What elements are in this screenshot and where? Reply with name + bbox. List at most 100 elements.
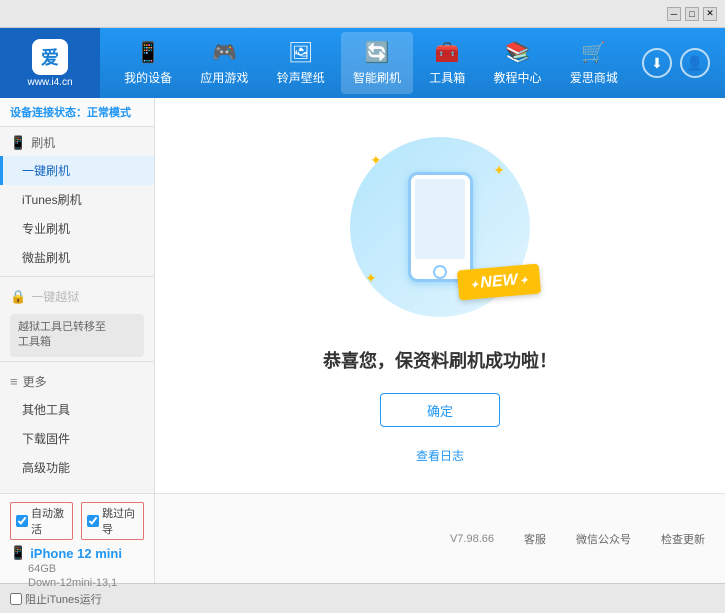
sidebar-divider-2 xyxy=(0,361,154,362)
nav-icon-apps-games: 🎮 xyxy=(212,40,237,65)
device-phone-icon: 📱 xyxy=(10,545,26,561)
sidebar-label-itunes-flash: iTunes刷机 xyxy=(22,193,82,207)
phone-home-button xyxy=(433,265,447,279)
confirm-button[interactable]: 确定 xyxy=(380,393,500,427)
version-info: V7.98.66 xyxy=(450,533,494,545)
skip-wizard-checkbox[interactable]: 跳过向导 xyxy=(81,502,144,540)
sidebar-item-dual-flash[interactable]: 微盐刷机 xyxy=(0,243,154,272)
nav-label-smart-flash: 智能刷机 xyxy=(353,69,401,86)
wechat-official-link[interactable]: 微信公众号 xyxy=(576,531,631,547)
device-firmware: Down-12mini-13,1 xyxy=(10,577,144,589)
auto-connect-label: 自动激活 xyxy=(31,505,67,537)
success-illustration: ✦ ✦ ✦ NEW xyxy=(340,127,540,327)
bottom-area: 自动激活 跳过向导 📱 iPhone 12 mini 64GB Down-12m… xyxy=(0,493,725,583)
device-storage: 64GB xyxy=(10,563,144,575)
sparkle-icon-2: ✦ xyxy=(493,162,505,179)
itunes-checkbox-input[interactable] xyxy=(10,593,22,605)
success-message: 恭喜您，保资料刷机成功啦！ xyxy=(323,347,557,373)
sidebar-label-download-firmware: 下载固件 xyxy=(22,432,70,446)
sidebar-category-jailbreak: 🔒 一键越狱 xyxy=(0,281,154,310)
bottom-right: V7.98.66 客服 微信公众号 检查更新 xyxy=(155,494,725,583)
nav-item-wallpaper[interactable]: 🖼 铃声壁纸 xyxy=(265,32,337,94)
customer-service-link[interactable]: 客服 xyxy=(524,531,546,547)
nav-label-wallpaper: 铃声壁纸 xyxy=(277,69,325,86)
itunes-checkbox[interactable]: 阻止iTunes运行 xyxy=(10,591,102,607)
nav-label-my-device: 我的设备 xyxy=(124,69,172,86)
lock-icon: 🔒 xyxy=(10,289,26,305)
sidebar-category-flash: 📱 刷机 xyxy=(0,127,154,156)
jailbreak-category-label: 一键越狱 xyxy=(31,288,79,305)
nav-icon-smart-flash: 🔄 xyxy=(365,40,390,65)
download-button[interactable]: ⬇ xyxy=(642,48,672,78)
check-update-link[interactable]: 检查更新 xyxy=(661,531,705,547)
header: 爱 www.i4.cn 📱 我的设备 🎮 应用游戏 🖼 铃声壁纸 🔄 智能刷机 … xyxy=(0,28,725,98)
jailbreak-note: 越狱工具已转移至工具箱 xyxy=(10,314,144,357)
nav-label-tutorial: 教程中心 xyxy=(494,69,542,86)
user-button[interactable]: 👤 xyxy=(680,48,710,78)
content-area: ✦ ✦ ✦ NEW 恭喜您，保资料刷机成功啦！ 确定 查看日志 xyxy=(155,98,725,493)
nav-right: ⬇ 👤 xyxy=(642,48,725,78)
logo-text: www.i4.cn xyxy=(27,77,72,88)
main-content: 设备连接状态：正常模式 📱 刷机 一键刷机 iTunes刷机 专业刷机 微盐刷机 xyxy=(0,98,725,493)
close-button[interactable]: ✕ xyxy=(703,7,717,21)
nav-label-apps-games: 应用游戏 xyxy=(200,69,248,86)
sidebar-section-more: ≡ 更多 其他工具 下载固件 高级功能 xyxy=(0,366,154,482)
nav-label-toolbox: 工具箱 xyxy=(429,69,465,86)
nav-icon-mall: 🛒 xyxy=(581,40,606,65)
bottom-left: 自动激活 跳过向导 📱 iPhone 12 mini 64GB Down-12m… xyxy=(0,494,155,583)
skip-wizard-label: 跳过向导 xyxy=(102,505,138,537)
device-name-text: iPhone 12 mini xyxy=(30,546,122,561)
sidebar-item-other-tools[interactable]: 其他工具 xyxy=(0,395,154,424)
window-controls[interactable]: ─ □ ✕ xyxy=(667,7,717,21)
view-daily-link[interactable]: 查看日志 xyxy=(416,447,464,464)
logo-area: 爱 www.i4.cn xyxy=(0,28,100,98)
auto-connect-input[interactable] xyxy=(16,515,28,527)
sidebar-item-pro-flash[interactable]: 专业刷机 xyxy=(0,214,154,243)
sidebar-item-one-key-flash[interactable]: 一键刷机 xyxy=(0,156,154,185)
skip-wizard-input[interactable] xyxy=(87,515,99,527)
nav-item-apps-games[interactable]: 🎮 应用游戏 xyxy=(188,32,260,94)
auto-connect-checkbox[interactable]: 自动激活 xyxy=(10,502,73,540)
sidebar-item-download-firmware[interactable]: 下载固件 xyxy=(0,424,154,453)
sidebar-item-advanced[interactable]: 高级功能 xyxy=(0,453,154,482)
flash-category-icon: 📱 xyxy=(10,135,26,151)
sidebar-label-one-key-flash: 一键刷机 xyxy=(22,164,70,178)
new-badge: NEW xyxy=(457,263,541,300)
sidebar-section-flash: 📱 刷机 一键刷机 iTunes刷机 专业刷机 微盐刷机 xyxy=(0,127,154,272)
device-name: 📱 iPhone 12 mini xyxy=(10,545,144,561)
sidebar: 设备连接状态：正常模式 📱 刷机 一键刷机 iTunes刷机 专业刷机 微盐刷机 xyxy=(0,98,155,493)
sidebar-label-other-tools: 其他工具 xyxy=(22,403,70,417)
nav-item-mall[interactable]: 🛒 爱思商城 xyxy=(558,32,630,94)
nav-item-smart-flash[interactable]: 🔄 智能刷机 xyxy=(341,32,413,94)
sidebar-divider-1 xyxy=(0,276,154,277)
title-bar: ─ □ ✕ xyxy=(0,0,725,28)
nav-item-toolbox[interactable]: 🧰 工具箱 xyxy=(417,32,477,94)
status-value: 正常模式 xyxy=(87,107,131,119)
phone-body xyxy=(408,172,473,282)
nav-item-tutorial[interactable]: 📚 教程中心 xyxy=(482,32,554,94)
status-prefix: 设备连接状态： xyxy=(10,107,87,119)
flash-category-label: 刷机 xyxy=(31,134,55,151)
nav-label-mall: 爱思商城 xyxy=(570,69,618,86)
connection-status: 设备连接状态：正常模式 xyxy=(0,98,154,127)
sparkle-icon-1: ✦ xyxy=(370,152,382,169)
minimize-button[interactable]: ─ xyxy=(667,7,681,21)
sidebar-label-pro-flash: 专业刷机 xyxy=(22,222,70,236)
phone-circle: ✦ ✦ ✦ NEW xyxy=(350,137,530,317)
maximize-button[interactable]: □ xyxy=(685,7,699,21)
more-category-label: 更多 xyxy=(23,373,47,390)
nav-icon-toolbox: 🧰 xyxy=(435,40,460,65)
more-category-icon: ≡ xyxy=(10,374,18,389)
nav-icon-tutorial: 📚 xyxy=(505,40,530,65)
device-info: 📱 iPhone 12 mini 64GB Down-12mini-13,1 xyxy=(10,545,144,589)
nav-item-my-device[interactable]: 📱 我的设备 xyxy=(112,32,184,94)
sidebar-section-jailbreak: 🔒 一键越狱 越狱工具已转移至工具箱 xyxy=(0,281,154,357)
phone-screen xyxy=(415,179,465,259)
sidebar-label-advanced: 高级功能 xyxy=(22,461,70,475)
nav-icon-wallpaper: 🖼 xyxy=(288,40,313,65)
nav-items: 📱 我的设备 🎮 应用游戏 🖼 铃声壁纸 🔄 智能刷机 🧰 工具箱 📚 教程中心… xyxy=(100,28,642,98)
sidebar-category-more: ≡ 更多 xyxy=(0,366,154,395)
sidebar-item-itunes-flash[interactable]: iTunes刷机 xyxy=(0,185,154,214)
checkbox-row: 自动激活 跳过向导 xyxy=(10,502,144,540)
itunes-checkbox-label: 阻止iTunes运行 xyxy=(25,591,102,607)
